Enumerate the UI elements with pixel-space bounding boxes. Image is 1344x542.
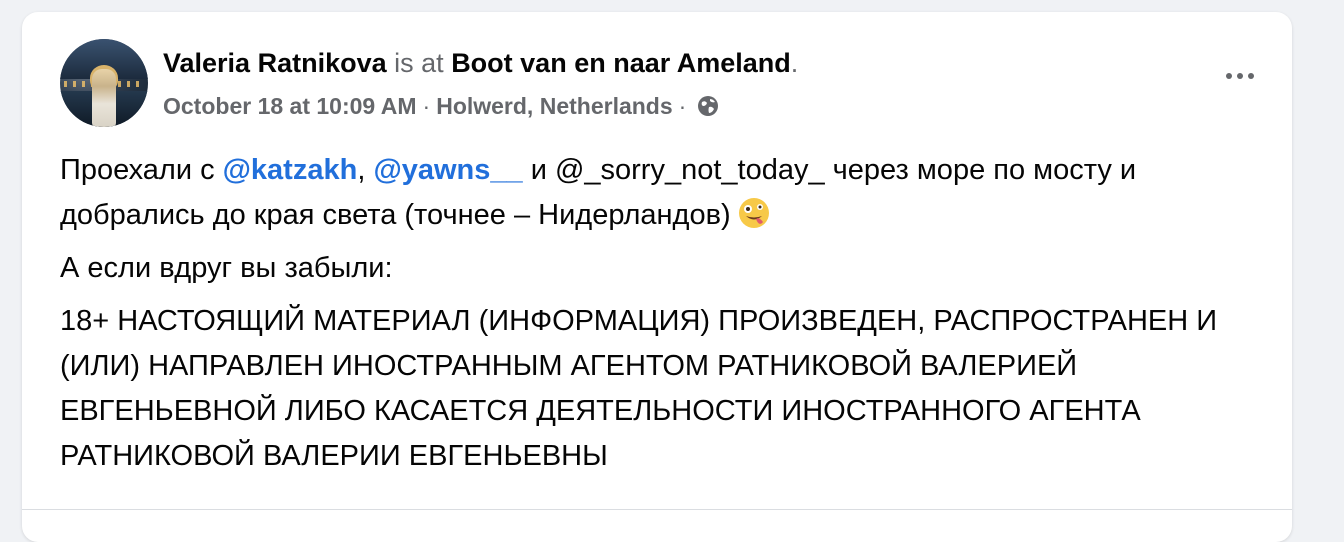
more-dot [1226, 73, 1232, 79]
post-timestamp[interactable]: October 18 at 10:09 AM [163, 93, 417, 119]
post-paragraph-1: Проехали с @katzakh, @yawns__ и @_sorry_… [60, 148, 1280, 238]
place-link[interactable]: Boot van en naar Ameland [451, 48, 791, 78]
more-dot [1248, 73, 1254, 79]
meta-separator: · [422, 93, 431, 119]
mention-link[interactable]: @yawns__ [373, 154, 522, 186]
mention-link[interactable]: @katzakh [223, 154, 358, 186]
text-segment: , [357, 154, 374, 186]
author-name[interactable]: Valeria Ratnikova [163, 48, 387, 78]
post-header: Valeria Ratnikova is at Boot van en naar… [163, 46, 798, 80]
post-card: Valeria Ratnikova is at Boot van en naar… [22, 12, 1292, 542]
zany-face-emoji-icon [737, 196, 771, 230]
more-options-button[interactable] [1218, 60, 1262, 92]
post-paragraph-2: А если вдруг вы забыли: [60, 252, 393, 284]
is-at-text: is at [394, 48, 444, 78]
meta-separator-2: · [678, 93, 687, 119]
avatar-person [92, 69, 116, 127]
more-dot [1237, 73, 1243, 79]
text-segment: Проехали с [60, 154, 223, 186]
place-period: . [790, 48, 799, 78]
post-body: Проехали с @katzakh, @yawns__ и @_sorry_… [60, 148, 1280, 487]
post-meta: October 18 at 10:09 AM · Holwerd, Netherla… [163, 91, 720, 125]
post-location[interactable]: Holwerd, Netherlands [436, 93, 672, 119]
avatar[interactable] [60, 39, 148, 127]
card-divider [22, 509, 1292, 510]
globe-icon[interactable] [696, 94, 720, 125]
post-paragraph-3: 18+ НАСТОЯЩИЙ МАТЕРИАЛ (ИНФОРМАЦИЯ) ПРОИ… [60, 305, 1218, 472]
